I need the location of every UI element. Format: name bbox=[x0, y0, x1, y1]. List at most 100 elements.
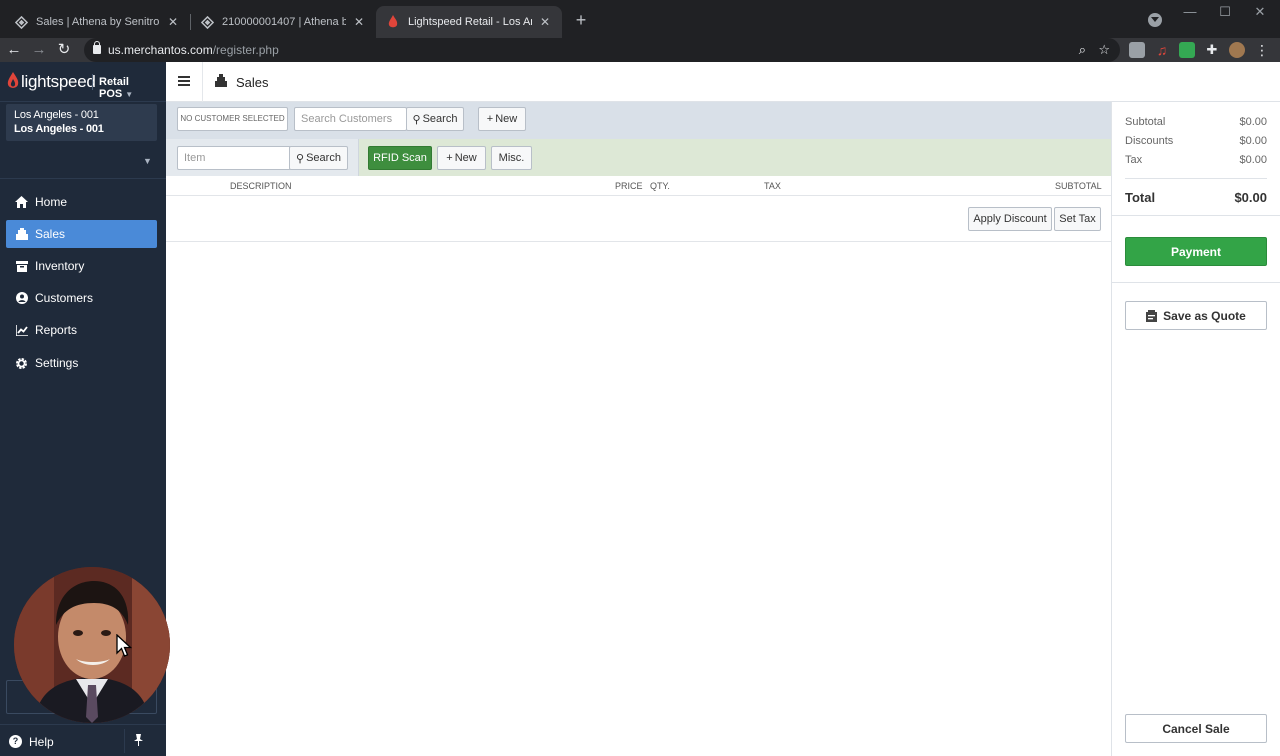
home-icon bbox=[15, 196, 28, 209]
sidebar-divider bbox=[0, 178, 166, 179]
pin-icon[interactable] bbox=[134, 734, 146, 748]
location-line-1: Los Angeles - 001 bbox=[14, 109, 99, 121]
browser-tab-title: Sales | Athena by Senitron bbox=[36, 16, 160, 28]
item-search-button[interactable]: ⚲ Search bbox=[289, 146, 348, 170]
webcam-person-image bbox=[14, 567, 170, 723]
sidebar-item-sales[interactable]: Sales bbox=[6, 220, 157, 248]
brand-header: lightspeed Retail POS ▼ bbox=[0, 62, 166, 102]
browser-tab-1[interactable]: Sales | Athena by Senitron ✕ bbox=[4, 6, 190, 38]
close-tab-icon[interactable]: ✕ bbox=[166, 15, 180, 29]
reload-icon[interactable]: ↻ bbox=[54, 40, 74, 60]
page-title: Sales bbox=[236, 75, 269, 90]
new-tab-icon[interactable]: + bbox=[572, 10, 590, 30]
help-bar: ? Help bbox=[0, 724, 166, 756]
sidebar-item-inventory[interactable]: Inventory bbox=[6, 252, 157, 280]
subtotal-row: Subtotal $0.00 bbox=[1125, 116, 1267, 128]
senitron-favicon-icon bbox=[200, 15, 214, 29]
close-window-icon[interactable]: ✕ bbox=[1250, 4, 1270, 20]
sidebar-item-label: Home bbox=[35, 195, 68, 209]
search-customers-button[interactable]: ⚲ Search bbox=[406, 107, 464, 131]
column-tax: TAX bbox=[764, 181, 781, 191]
rfid-scan-button[interactable]: RFID Scan bbox=[368, 146, 432, 170]
column-subtotal: SUBTOTAL bbox=[1055, 181, 1102, 191]
help-divider bbox=[124, 729, 125, 753]
sidebar-item-reports[interactable]: Reports bbox=[6, 316, 157, 344]
column-price: PRICE bbox=[615, 181, 643, 191]
lightspeed-flame-icon bbox=[7, 72, 19, 88]
chevron-down-icon: ▼ bbox=[125, 90, 134, 99]
item-search-input[interactable]: Item bbox=[177, 146, 291, 170]
tax-label: Tax bbox=[1125, 154, 1143, 166]
browser-tab-title: 210000001407 | Athena by Senitron bbox=[222, 16, 346, 28]
sidebar-item-label: Reports bbox=[35, 323, 78, 337]
profile-avatar[interactable] bbox=[1229, 42, 1245, 58]
header-divider bbox=[202, 62, 203, 102]
sidebar-item-label: Sales bbox=[35, 227, 66, 241]
camera-extension-icon[interactable] bbox=[1129, 42, 1145, 58]
tax-value: $0.00 bbox=[1239, 154, 1267, 166]
minimize-icon[interactable]: — bbox=[1180, 4, 1200, 19]
sale-summary-panel: Subtotal $0.00 Discounts $0.00 Tax $0.00… bbox=[1111, 102, 1280, 756]
tab-search-icon[interactable] bbox=[1148, 13, 1162, 27]
new-customer-button[interactable]: + New bbox=[478, 107, 526, 131]
cancel-sale-button[interactable]: Cancel Sale bbox=[1125, 714, 1267, 743]
misc-item-button[interactable]: Misc. bbox=[491, 146, 532, 170]
extensions-puzzle-icon[interactable]: ✚ bbox=[1204, 42, 1220, 58]
help-icon: ? bbox=[9, 735, 22, 748]
total-row: Total $0.00 bbox=[1125, 190, 1267, 205]
set-tax-button[interactable]: Set Tax bbox=[1054, 207, 1101, 231]
register-icon bbox=[15, 228, 28, 241]
url-host: us.merchantos.com bbox=[108, 43, 213, 57]
browser-toolbar: ← → ↻ us.merchantos.com/register.php ⌕ ☆… bbox=[0, 38, 1280, 62]
sidebar-item-customers[interactable]: Customers bbox=[6, 284, 157, 312]
sidebar-item-label: Settings bbox=[35, 356, 79, 370]
tax-row: Tax $0.00 bbox=[1125, 154, 1267, 166]
save-as-quote-button[interactable]: Save as Quote bbox=[1125, 301, 1267, 330]
new-button-label: New bbox=[454, 152, 477, 164]
zoom-search-icon[interactable]: ⌕ bbox=[1079, 38, 1086, 62]
help-link[interactable]: Help bbox=[29, 735, 54, 749]
no-customer-selected[interactable]: NO CUSTOMER SELECTED bbox=[177, 107, 288, 131]
sidebar-item-home[interactable]: Home bbox=[6, 188, 157, 216]
apply-discount-button[interactable]: Apply Discount bbox=[968, 207, 1052, 231]
discounts-row: Discounts $0.00 bbox=[1125, 135, 1267, 147]
browser-menu-icon[interactable]: ⋮ bbox=[1254, 42, 1270, 58]
search-customers-input[interactable]: Search Customers bbox=[294, 107, 407, 131]
music-extension-icon[interactable]: ♫ bbox=[1154, 42, 1170, 58]
lock-icon bbox=[93, 41, 101, 54]
column-qty: QTY. bbox=[650, 181, 670, 191]
maximize-icon[interactable]: ☐ bbox=[1215, 4, 1235, 20]
gear-icon bbox=[15, 357, 28, 370]
sidebar-item-label: Customers bbox=[35, 291, 94, 305]
line-actions: Apply Discount Set Tax bbox=[166, 196, 1111, 242]
new-item-button[interactable]: + New bbox=[437, 146, 486, 170]
box-icon bbox=[15, 260, 28, 273]
total-label: Total bbox=[1125, 190, 1156, 205]
sidebar-item-settings[interactable]: Settings bbox=[6, 349, 157, 377]
summary-divider bbox=[1112, 215, 1280, 216]
sidebar-item-label: Inventory bbox=[35, 259, 85, 273]
payment-button[interactable]: Payment bbox=[1125, 237, 1267, 266]
browser-tab-2[interactable]: 210000001407 | Athena by Senitron ✕ bbox=[190, 6, 376, 38]
location-chevron-down-icon[interactable]: ▼ bbox=[143, 156, 152, 166]
column-description: DESCRIPTION bbox=[230, 181, 292, 191]
summary-divider bbox=[1125, 178, 1267, 179]
green-extension-icon[interactable] bbox=[1179, 42, 1195, 58]
search-button-label: Search bbox=[422, 113, 458, 125]
address-bar[interactable]: us.merchantos.com/register.php ⌕ ☆ bbox=[84, 38, 1120, 62]
brand-divider bbox=[92, 74, 93, 90]
user-icon bbox=[15, 292, 28, 305]
browser-tab-3[interactable]: Lightspeed Retail - Los Angeles - 001 ✕ bbox=[376, 6, 562, 38]
browser-tab-title: Lightspeed Retail - Los Angeles - 001 bbox=[408, 16, 532, 28]
back-icon[interactable]: ← bbox=[4, 40, 24, 60]
subtotal-label: Subtotal bbox=[1125, 116, 1166, 128]
bookmark-star-icon[interactable]: ☆ bbox=[1098, 38, 1110, 62]
location-selector[interactable]: Los Angeles - 001 Los Angeles - 001 bbox=[6, 104, 157, 141]
close-tab-icon[interactable]: ✕ bbox=[538, 15, 552, 29]
product-switcher[interactable]: Retail POS ▼ bbox=[99, 76, 166, 100]
forward-icon[interactable]: → bbox=[29, 40, 49, 60]
quote-icon bbox=[1146, 309, 1158, 322]
mouse-cursor-icon bbox=[116, 634, 132, 657]
hamburger-menu-icon[interactable] bbox=[178, 76, 190, 86]
close-tab-icon[interactable]: ✕ bbox=[352, 15, 366, 29]
